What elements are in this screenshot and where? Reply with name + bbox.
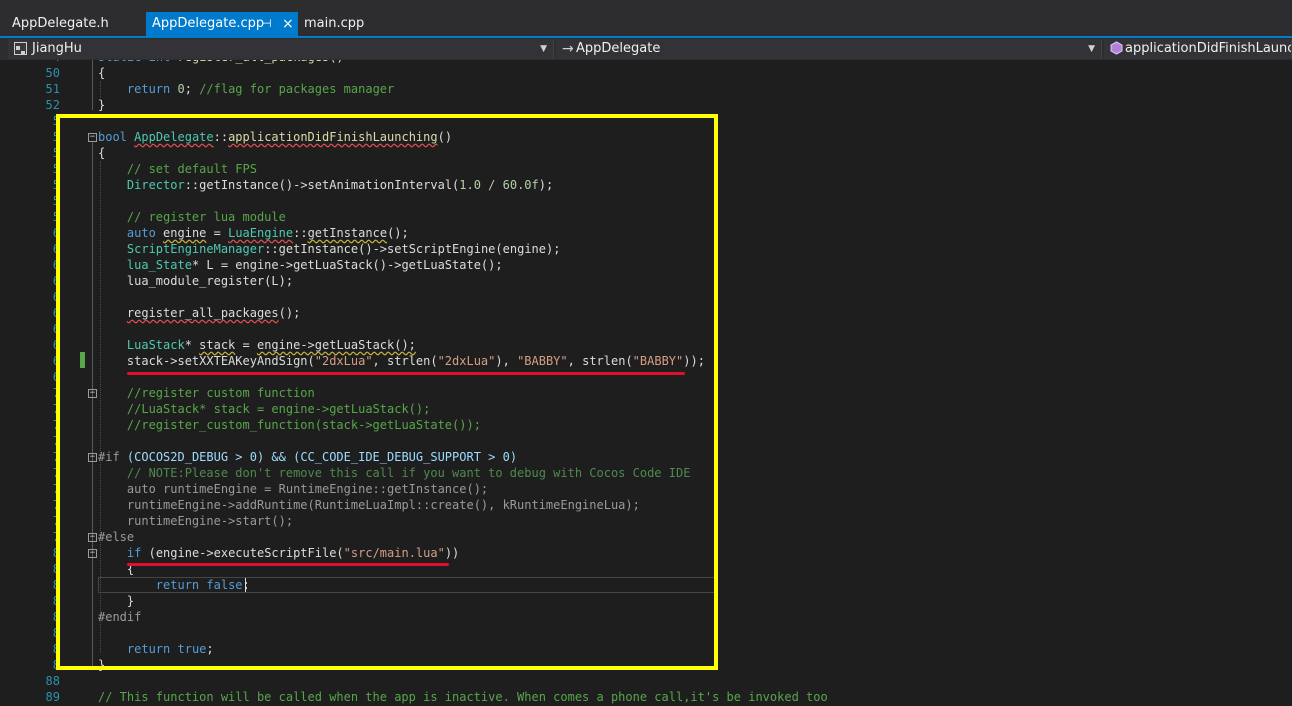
line-number: 7 xyxy=(52,386,60,400)
line-number: 6 xyxy=(52,290,60,304)
tab-main-cpp[interactable]: main.cpp xyxy=(298,12,408,36)
line-number: 7 xyxy=(52,418,60,432)
line-number: 89 xyxy=(45,690,60,704)
method-cube-icon xyxy=(1110,41,1123,55)
tab-label: AppDelegate.cpp xyxy=(152,16,265,31)
tab-label: main.cpp xyxy=(304,16,365,31)
project-icon xyxy=(14,42,27,55)
chevron-down-icon: ▼ xyxy=(1088,44,1095,54)
top-strip xyxy=(0,0,1292,10)
red-underline-mark xyxy=(127,563,449,566)
line-number: 5 xyxy=(52,146,60,160)
line-number: 7 xyxy=(52,402,60,416)
tab-appdelegate-h[interactable]: AppDelegate.h xyxy=(0,12,140,36)
line-number: 8 xyxy=(52,594,60,608)
pin-icon[interactable]: ⊣ xyxy=(262,12,272,36)
red-underline-mark xyxy=(127,372,685,375)
line-number: 6 xyxy=(52,258,60,272)
member-dropdown[interactable]: applicationDidFinishLaunching xyxy=(1104,39,1292,59)
code-line: } xyxy=(98,98,106,112)
code-line: // This function will be called when the… xyxy=(98,690,828,704)
class-dropdown[interactable]: → AppDelegate ▼ xyxy=(556,39,1102,59)
chevron-down-icon: ▼ xyxy=(540,44,547,54)
line-number: 7 xyxy=(52,530,60,544)
line-number: 5 xyxy=(52,130,60,144)
close-icon[interactable]: × xyxy=(282,12,294,36)
member-name: applicationDidFinishLaunching xyxy=(1125,41,1292,56)
line-number: 6 xyxy=(52,370,60,384)
fold-line xyxy=(92,60,93,110)
navigation-bar: JiangHu ▼ → AppDelegate ▼ applicationDid… xyxy=(0,38,1292,61)
line-number: 5 xyxy=(52,162,60,176)
line-number: 5 xyxy=(52,178,60,192)
line-number: 52 xyxy=(45,98,60,112)
line-number: 8 xyxy=(52,546,60,560)
line-number: 51 xyxy=(45,82,60,96)
line-number: 7 xyxy=(52,434,60,448)
line-number: 8 xyxy=(52,658,60,672)
line-number: 5 xyxy=(52,114,60,128)
line-number: 5 xyxy=(52,210,60,224)
line-number: 6 xyxy=(52,354,60,368)
class-name: AppDelegate xyxy=(576,41,661,56)
line-number: 50 xyxy=(45,66,60,80)
tab-appdelegate-cpp[interactable]: AppDelegate.cpp ⊣ × xyxy=(146,12,298,36)
line-number: 8 xyxy=(52,626,60,640)
line-number: 7 xyxy=(52,514,60,528)
line-number: 6 xyxy=(52,274,60,288)
line-number: 7 xyxy=(52,466,60,480)
line-number: 7 xyxy=(52,450,60,464)
line-number: 8 xyxy=(52,578,60,592)
line-number: 6 xyxy=(52,338,60,352)
document-tab-bar: AppDelegate.h AppDelegate.cpp ⊣ × main.c… xyxy=(0,0,1292,38)
line-number: 6 xyxy=(52,322,60,336)
line-number: 8 xyxy=(52,562,60,576)
code-line: static int register_all_packages() xyxy=(98,60,344,65)
project-dropdown[interactable]: JiangHu ▼ xyxy=(8,39,554,59)
line-number: 6 xyxy=(52,306,60,320)
line-number: 8 xyxy=(52,642,60,656)
highlight-box xyxy=(56,114,718,670)
code-line: { xyxy=(98,66,106,80)
code-line: return 0; //flag for packages manager xyxy=(126,82,395,96)
arrow-right-icon: → xyxy=(562,41,574,57)
line-number: 5 xyxy=(52,194,60,208)
tab-label: AppDelegate.h xyxy=(12,16,109,31)
line-number: 7 xyxy=(52,482,60,496)
line-number: 6 xyxy=(52,242,60,256)
line-number: 6 xyxy=(52,226,60,240)
line-number: 88 xyxy=(45,674,60,688)
line-number: 8 xyxy=(52,610,60,624)
line-number: 7 xyxy=(52,498,60,512)
project-name: JiangHu xyxy=(32,41,82,56)
